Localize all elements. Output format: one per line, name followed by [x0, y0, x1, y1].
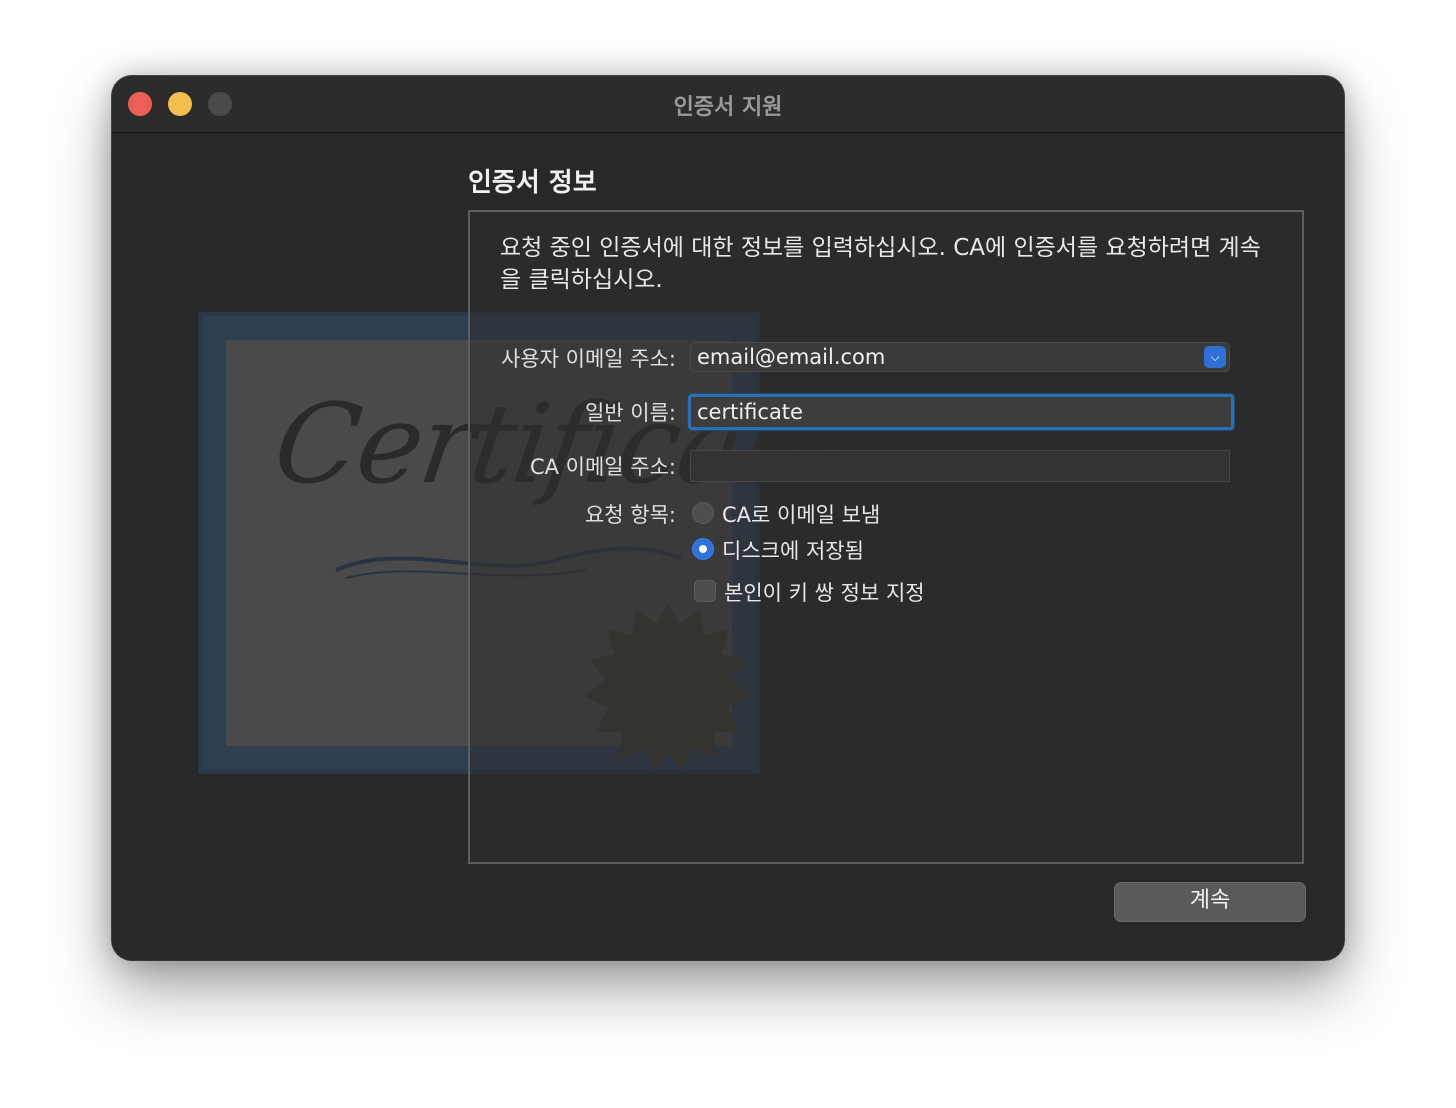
common-name-value: certificate [697, 400, 803, 424]
form-panel: 요청 중인 인증서에 대한 정보를 입력하십시오. CA에 인증서를 요청하려면… [468, 210, 1304, 864]
user-email-combobox[interactable]: email@email.com ⌵ [690, 342, 1230, 372]
save-disk-option-label[interactable]: 디스크에 저장됨 [722, 535, 864, 565]
instruction-text: 요청 중인 인증서에 대한 정보를 입력하십시오. CA에 인증서를 요청하려면… [500, 235, 1261, 293]
keypair-checkbox[interactable] [694, 580, 716, 602]
common-name-field[interactable]: certificate [688, 394, 1234, 430]
user-email-value: email@email.com [697, 345, 886, 369]
email-ca-radio[interactable] [692, 502, 714, 524]
common-name-label: 일반 이름: [584, 401, 676, 425]
request-label: 요청 항목: [584, 503, 676, 527]
continue-button[interactable]: 계속 [1114, 882, 1306, 922]
title-bar[interactable]: 인증서 지원 [112, 76, 1344, 133]
window-title: 인증서 지원 [673, 95, 783, 120]
user-email-label: 사용자 이메일 주소: [501, 347, 676, 371]
chevron-down-icon[interactable]: ⌵ [1204, 346, 1226, 368]
save-disk-radio[interactable] [692, 538, 714, 560]
keypair-option-label[interactable]: 본인이 키 쌍 정보 지정 [724, 577, 925, 607]
ca-email-field[interactable] [690, 450, 1230, 482]
section-title: 인증서 정보 [468, 168, 597, 198]
email-ca-option-label[interactable]: CA로 이메일 보냄 [722, 499, 880, 529]
certificate-assistant-window: 인증서 지원 Certificate 인증서 정보 요청 중인 인증서에 대한 … [112, 76, 1344, 960]
ca-email-label: CA 이메일 주소: [529, 455, 676, 479]
